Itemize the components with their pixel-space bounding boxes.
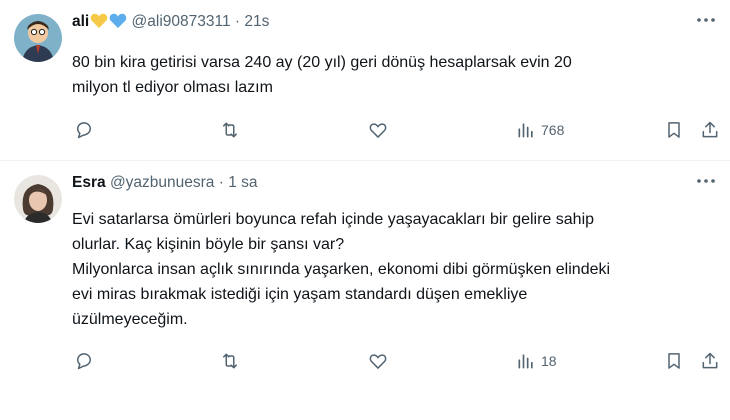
tweet-actions: 768 xyxy=(72,118,718,142)
views-count: 768 xyxy=(541,122,565,138)
tweet-text: 80 bin kira getirisi varsa 240 ay (20 yı… xyxy=(72,54,572,96)
user-handle[interactable]: @yazbunuesra xyxy=(110,174,215,191)
analytics-icon xyxy=(518,354,533,369)
bookmark-button[interactable] xyxy=(664,349,684,373)
share-button[interactable] xyxy=(700,118,720,142)
blue-heart-icon xyxy=(109,12,127,35)
analytics-icon xyxy=(518,123,533,138)
timestamp[interactable]: 1 sa xyxy=(228,174,257,191)
reply-icon xyxy=(77,122,91,139)
reply-button[interactable] xyxy=(74,349,94,373)
reply-icon xyxy=(77,353,91,370)
views-button[interactable]: 18 xyxy=(516,349,557,373)
share-icon xyxy=(702,352,718,369)
like-button[interactable] xyxy=(368,349,388,373)
tweet-actions: 18 xyxy=(72,349,718,373)
display-name[interactable]: ali xyxy=(72,13,89,30)
retweet-button[interactable] xyxy=(220,349,240,373)
heart-icon xyxy=(369,123,387,138)
tweet[interactable]: ali @ali90873311 · 21s 80 bin kira getir… xyxy=(0,0,730,161)
separator: · xyxy=(218,174,224,191)
tweet-header: Esra @yazbunuesra · 1 sa xyxy=(72,173,258,193)
avatar[interactable] xyxy=(14,14,62,62)
reply-button[interactable] xyxy=(74,118,94,142)
views-count: 18 xyxy=(541,353,557,369)
user-handle[interactable]: @ali90873311 xyxy=(132,13,231,30)
bookmark-icon xyxy=(668,353,680,369)
bookmark-icon xyxy=(668,122,680,138)
tweet[interactable]: Esra @yazbunuesra · 1 sa Evi satarlarsa … xyxy=(0,161,730,420)
bookmark-button[interactable] xyxy=(664,118,684,142)
tweet-header: ali @ali90873311 · 21s xyxy=(72,12,269,35)
separator: · xyxy=(234,13,241,30)
display-name[interactable]: Esra xyxy=(72,174,106,191)
retweet-icon xyxy=(223,353,237,369)
more-options-icon[interactable] xyxy=(694,8,718,32)
avatar[interactable] xyxy=(14,175,62,223)
share-icon xyxy=(702,121,718,138)
share-button[interactable] xyxy=(700,349,720,373)
more-options-icon[interactable] xyxy=(694,169,718,193)
timestamp[interactable]: 21s xyxy=(244,13,269,30)
heart-icon xyxy=(369,354,387,369)
retweet-button[interactable] xyxy=(220,118,240,142)
like-button[interactable] xyxy=(368,118,388,142)
tweet-text: Evi satarlarsa ömürleri boyunca refah iç… xyxy=(72,211,611,328)
views-button[interactable]: 768 xyxy=(516,118,564,142)
yellow-heart-icon xyxy=(90,12,108,35)
retweet-icon xyxy=(223,122,237,138)
